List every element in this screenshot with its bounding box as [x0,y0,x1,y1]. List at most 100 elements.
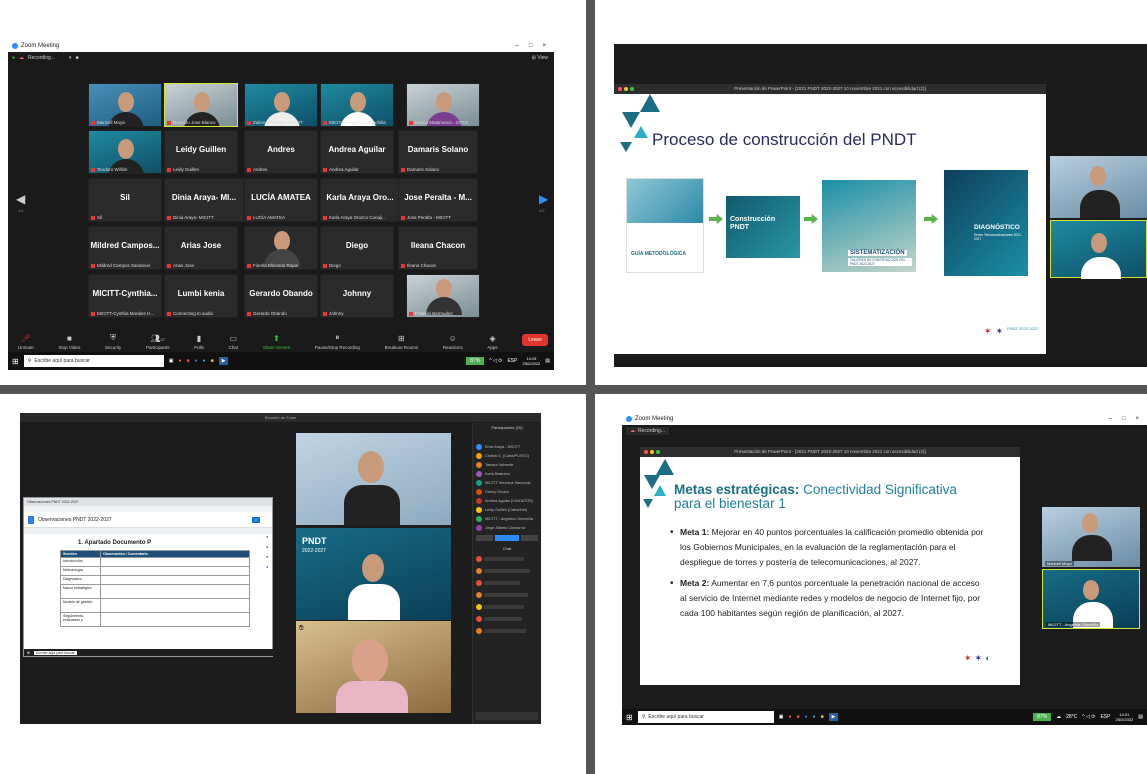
video-tile[interactable]: Zailen Balarezo - MICITT [244,83,318,127]
window-controls[interactable]: – □ × [516,43,554,49]
video-tile[interactable]: Francini Bermudez [406,274,480,318]
table-row[interactable]: Seguimiento, evaluación y [60,612,250,627]
notification-icon[interactable]: ▤ [1138,714,1143,720]
mute-all-button[interactable] [495,535,519,541]
video-tile[interactable]: Teodoro Willink [88,130,162,174]
participant-row[interactable]: MICITT Verónica Sandoval [473,478,541,487]
name-tile[interactable]: Diego Diego [320,226,394,270]
battery-indicator[interactable]: 87% [1033,713,1052,721]
chrome-icon[interactable]: ● [178,358,181,364]
pause-recording-icon[interactable]: ⏸ [69,55,72,61]
participant-row[interactable]: Cinthia G. (Carta/PUNTO) [473,451,541,460]
participant-row[interactable]: Danny Orozco [473,487,541,496]
interpreter-video[interactable]: Maricell Moya [1042,507,1140,567]
speaker-video[interactable]: MICITT - Angelica Chinchilla [1042,569,1140,629]
speaker-video[interactable] [1050,220,1147,279]
name-tile[interactable]: Leidy Guillen Leidy Guillen [164,130,238,174]
name-tile[interactable]: Andrea Aguilar Andrea Aguilar [320,130,394,174]
reactions-button[interactable]: ☺ Reactions [443,334,463,350]
zoom-taskbar-icon[interactable]: ▶ [828,713,839,721]
participants-search[interactable] [473,433,541,442]
notification-icon[interactable]: ▤ [545,358,550,364]
mini-search[interactable]: Escribe aquí para buscar [33,650,77,655]
next-page-icon[interactable]: ▶ [539,192,548,206]
app-icon[interactable]: ● [195,358,198,364]
table-cell[interactable] [100,566,250,576]
interpreter-video[interactable] [296,433,451,525]
participant-row[interactable]: Leidy Guillen (Carta/Info) [473,505,541,514]
minimize-icon[interactable]: – [516,43,519,49]
video-tile[interactable]: Maricell Moya [88,83,162,127]
apps-button[interactable]: ◈ Apps [487,334,497,350]
taskbar-search[interactable]: ⚲ Escribe aquí para buscar [637,711,774,723]
chrome-icon[interactable]: ● [788,714,791,720]
name-tile[interactable]: Johnny Johnny [320,274,394,318]
minimize-icon[interactable]: – [1109,416,1112,422]
doc-title[interactable]: Observaciones PNDT 2022-2027 [38,517,112,523]
table-cell[interactable] [100,612,250,627]
table-cell[interactable] [100,557,250,567]
prev-page-icon[interactable]: ◀ [16,192,25,206]
table-row[interactable]: Metodología [60,566,250,576]
unmute-button[interactable]: 🎤︎ Unmute [18,334,34,350]
leave-button[interactable]: Leave [522,334,548,346]
stop-recording-icon[interactable]: ■ [76,55,79,61]
participant-video[interactable]: ✋︎ [296,621,451,713]
name-tile[interactable]: Damaris Solano Damaris Solano [398,130,478,174]
app-icon[interactable]: ■ [796,714,799,720]
folder-icon[interactable]: ■ [211,358,214,364]
doc-sidebar-icons[interactable]: ● ● ● ● [266,534,272,604]
name-tile[interactable]: LUCÍA AMATEA LUCÍA AMATEA [244,178,318,222]
table-row[interactable]: Introducción [60,557,250,567]
participant-row[interactable]: Erick Araya - MICITT [473,442,541,451]
table-cell[interactable] [100,575,250,585]
polls-button[interactable]: ▮ Polls [194,334,204,350]
maximize-icon[interactable]: □ [529,43,533,49]
chat-input[interactable] [476,712,538,720]
close-icon[interactable]: × [1135,416,1139,422]
participant-row[interactable]: Andrea Aguilar (Chi/DATOS) [473,496,541,505]
shield-icon[interactable]: ● [12,55,15,61]
doc-tab-title[interactable]: Observaciones PNDT 2022-2027 [27,500,79,504]
share-button[interactable]: ⌂ [251,516,260,523]
name-tile[interactable]: Lumbi kenia Connecting to audio [164,274,238,318]
chat-button[interactable]: ▭ Chat [229,334,239,350]
share-screen-button[interactable]: ⬆ Share Screen [263,334,291,350]
video-tile[interactable]: Karina Matamoros - ZOTD [406,83,480,127]
tray-icons[interactable]: ^ ◁ ⟳ [489,358,502,364]
pause-recording-button[interactable]: ⏸ Pause/Stop Recording [315,333,360,350]
edge-icon[interactable]: ● [203,358,206,364]
tray-icons[interactable]: ^ ◁ ⟳ [1082,714,1095,720]
task-view-icon[interactable]: ▣ [169,358,174,364]
doc-toolbar[interactable] [24,528,272,534]
window-controls[interactable]: – □ × [1109,416,1147,422]
name-tile[interactable]: Karla Araya Oro... Karla Araya Orozco Con… [320,178,400,222]
view-button[interactable]: ⊞ View [532,55,548,61]
edge-icon[interactable]: ● [813,714,816,720]
table-row[interactable]: Modelo de gestión [60,598,250,613]
name-tile[interactable]: Sil Sil [88,178,162,222]
zoom-taskbar-icon[interactable]: ▶ [218,357,229,365]
folder-icon[interactable]: ■ [821,714,824,720]
weather-icon[interactable]: ☁ [1056,714,1061,720]
taskbar-search[interactable]: ⚲ Escribe aquí para buscar [23,355,164,367]
window-dots[interactable] [644,450,660,454]
battery-indicator[interactable]: 87% [466,357,485,365]
maximize-icon[interactable]: □ [1122,416,1126,422]
video-tile[interactable]: MICITT - Angelica Chinchilla [320,83,394,127]
participant-row[interactable]: Tamara Valverde [473,460,541,469]
participant-row[interactable]: Karla Balarezo [473,469,541,478]
name-tile[interactable]: Dinia Araya- MI... Dinia Araya- MICITT [164,178,244,222]
name-tile[interactable]: Mildred Campos... Mildred Campos Sandoval [88,226,162,270]
interpreter-video[interactable] [1050,156,1147,218]
video-tile[interactable]: Donaldo Jose Blanco [164,83,238,127]
app-icon[interactable]: ● [805,714,808,720]
task-view-icon[interactable]: ▣ [779,714,784,720]
table-cell[interactable] [100,598,250,613]
name-tile[interactable]: Arias Jose Arias Jose [164,226,238,270]
name-tile[interactable]: Gerardo Obando Gerardo Obando [244,274,318,318]
speaker-video[interactable]: PNDT 2022-2027 [296,528,451,620]
table-cell[interactable] [100,584,250,599]
name-tile[interactable]: Ileana Chacon Ileana Chacon [398,226,478,270]
window-dots[interactable] [618,87,634,91]
